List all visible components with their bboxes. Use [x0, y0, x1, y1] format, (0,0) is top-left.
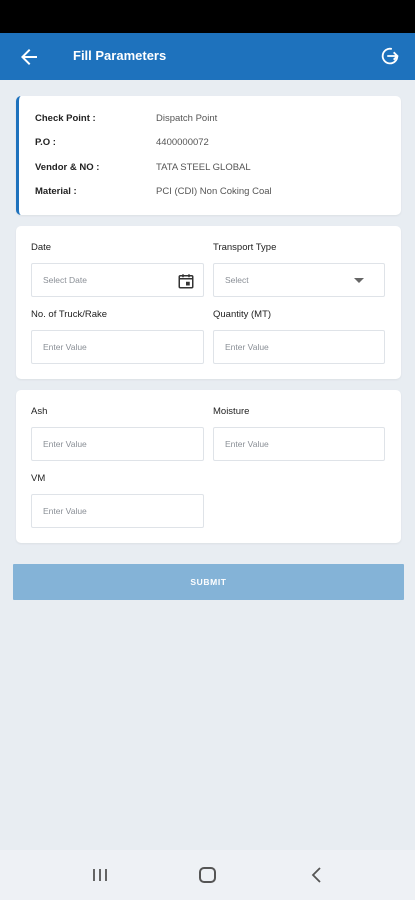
trucks-label: No. of Truck/Rake	[31, 309, 108, 320]
info-key: Material :	[35, 186, 77, 197]
quantity-field[interactable]	[213, 330, 385, 364]
page-title: Fill Parameters	[73, 48, 167, 63]
info-value: Dispatch Point	[156, 113, 218, 124]
chevron-left-icon[interactable]	[309, 866, 323, 884]
transport-type-label: Transport Type	[213, 242, 277, 253]
ash-label: Ash	[31, 406, 48, 417]
date-picker[interactable]: Select Date	[31, 263, 204, 297]
date-label: Date	[31, 242, 52, 253]
chevron-down-icon	[354, 278, 364, 283]
transport-type-value: Select	[225, 275, 249, 285]
quality-form-card: Ash Moisture VM	[16, 390, 401, 543]
quantity-input[interactable]	[225, 331, 384, 363]
ash-input[interactable]	[43, 428, 203, 460]
moisture-input[interactable]	[225, 428, 384, 460]
vm-field[interactable]	[31, 494, 204, 528]
info-key: Vendor & NO :	[35, 162, 100, 173]
arrow-left-icon[interactable]	[17, 45, 41, 69]
recents-icon[interactable]	[92, 868, 108, 882]
submit-button[interactable]: SUBMIT	[13, 564, 404, 600]
info-value: 4400000072	[156, 137, 209, 148]
trucks-input[interactable]	[43, 331, 203, 363]
quantity-label: Quantity (MT)	[213, 309, 272, 320]
vm-label: VM	[31, 473, 46, 484]
info-key: Check Point :	[35, 113, 96, 124]
shipment-form-card: Date Select Date Transport Type Select N…	[16, 226, 401, 379]
info-value: TATA STEEL GLOBAL	[156, 162, 251, 173]
calendar-icon[interactable]	[177, 272, 195, 290]
trucks-field[interactable]	[31, 330, 204, 364]
info-card: Check Point : Dispatch Point P.O : 44000…	[16, 96, 401, 215]
transport-type-dropdown[interactable]: Select	[213, 263, 385, 297]
logout-icon[interactable]	[379, 45, 401, 67]
info-value: PCI (CDI) Non Coking Coal	[156, 186, 272, 197]
vm-input[interactable]	[43, 495, 203, 527]
ash-field[interactable]	[31, 427, 204, 461]
date-placeholder: Select Date	[43, 275, 87, 285]
moisture-label: Moisture	[213, 406, 250, 417]
system-nav-bar	[0, 850, 415, 900]
status-bar	[0, 0, 415, 33]
app-bar: Fill Parameters	[0, 33, 415, 80]
moisture-field[interactable]	[213, 427, 385, 461]
info-key: P.O :	[35, 137, 56, 148]
home-icon[interactable]	[199, 867, 216, 883]
